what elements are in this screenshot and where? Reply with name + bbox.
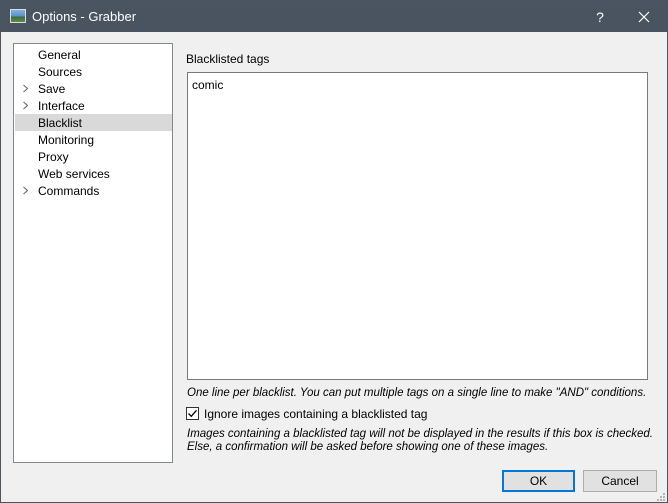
nav-item-commands[interactable]: Commands <box>15 182 172 199</box>
resize-grip-icon[interactable] <box>656 492 666 502</box>
nav-item-label: Interface <box>38 99 85 113</box>
help-icon: ? <box>596 8 604 25</box>
checkmark-icon <box>188 409 197 418</box>
blacklist-note: Images containing a blacklisted tag will… <box>187 428 653 454</box>
nav-item-proxy[interactable]: Proxy <box>15 148 172 165</box>
settings-nav-tree: General Sources Save Interface Blacklist Moni… <box>13 43 173 463</box>
nav-item-label: Save <box>38 82 66 96</box>
blacklist-note-line-1: Images containing a blacklisted tag will… <box>187 428 654 440</box>
nav-item-label: Sources <box>38 65 83 79</box>
nav-item-blacklist[interactable]: Blacklist <box>15 114 172 131</box>
blacklist-note-line-2: Else, a confirmation will be asked befor… <box>187 441 549 453</box>
blacklisted-tags-label: Blacklisted tags <box>186 52 270 66</box>
options-dialog: Options - Grabber ? General Sources Save In… <box>0 0 668 503</box>
nav-item-general[interactable]: General <box>15 46 172 63</box>
ignore-blacklisted-checkbox-row[interactable]: Ignore images containing a blacklisted t… <box>186 406 427 421</box>
blacklist-hint: One line per blacklist. You can put mult… <box>187 387 647 399</box>
title-bar[interactable]: Options - Grabber ? <box>1 1 667 32</box>
cancel-button[interactable]: Cancel <box>583 470 657 492</box>
app-icon <box>10 9 26 23</box>
help-button[interactable]: ? <box>577 1 623 32</box>
nav-item-label: Web services <box>38 167 110 181</box>
chevron-right-icon[interactable] <box>21 101 30 110</box>
nav-item-label: General <box>38 48 81 62</box>
window-title: Options - Grabber <box>32 9 137 24</box>
nav-item-label: Monitoring <box>38 133 95 147</box>
nav-item-label: Commands <box>38 184 100 198</box>
nav-item-label: Proxy <box>38 150 69 164</box>
nav-item-label: Blacklist <box>38 116 83 130</box>
close-button[interactable] <box>621 1 667 32</box>
ignore-blacklisted-checkbox[interactable] <box>186 407 199 420</box>
chevron-right-icon[interactable] <box>21 84 30 93</box>
nav-item-save[interactable]: Save <box>15 80 172 97</box>
chevron-right-icon[interactable] <box>21 186 30 195</box>
nav-item-sources[interactable]: Sources <box>15 63 172 80</box>
nav-item-web-services[interactable]: Web services <box>15 165 172 182</box>
nav-item-interface[interactable]: Interface <box>15 97 172 114</box>
ignore-blacklisted-label[interactable]: Ignore images containing a blacklisted t… <box>204 407 427 421</box>
blacklisted-tags-input[interactable]: comic <box>187 72 648 380</box>
ok-button[interactable]: OK <box>502 470 575 492</box>
nav-item-monitoring[interactable]: Monitoring <box>15 131 172 148</box>
close-icon <box>638 11 650 22</box>
